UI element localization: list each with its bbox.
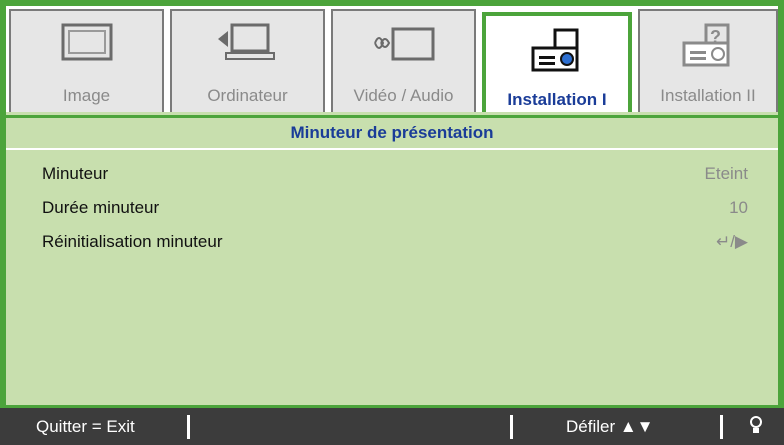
computer-icon: [216, 21, 280, 70]
monitor-icon: [57, 21, 117, 70]
panel-title: Minuteur de présentation: [290, 123, 494, 142]
tab-label: Image: [62, 86, 111, 105]
projector-icon: [525, 26, 589, 81]
tab-strip: Image Ordinateur Vidéo / Audio Installat…: [6, 6, 778, 116]
tab-ordinateur[interactable]: Ordinateur: [170, 9, 325, 114]
projector-help-icon: ?: [676, 21, 740, 76]
setting-value: ↵/▶: [715, 232, 748, 251]
tab-label: Vidéo / Audio: [353, 86, 454, 105]
tab-label: Installation II: [660, 86, 756, 105]
footer-divider: [187, 415, 190, 439]
setting-label: Minuteur: [42, 164, 109, 183]
exit-hint: Quitter = Exit: [36, 417, 135, 436]
tab-image[interactable]: Image: [9, 9, 164, 114]
tab-installation-i[interactable]: Installation I: [482, 12, 632, 116]
bulb-icon: [748, 415, 764, 442]
footer-bar: Quitter = Exit Défiler ▲▼: [0, 405, 784, 445]
scroll-hint: Défiler ▲▼: [566, 417, 654, 436]
setting-row-minuteur[interactable]: Minuteur Eteint: [42, 164, 748, 190]
panel-title-bar: Minuteur de présentation: [6, 118, 778, 150]
setting-value: 10: [729, 198, 748, 217]
setting-row-reinitialisation-minuteur[interactable]: Réinitialisation minuteur ↵/▶: [42, 232, 748, 258]
setting-value: Eteint: [704, 164, 748, 183]
video-audio-icon: [369, 21, 439, 70]
setting-label: Réinitialisation minuteur: [42, 232, 223, 251]
tab-label: Ordinateur: [207, 86, 288, 105]
tab-video-audio[interactable]: Vidéo / Audio: [331, 9, 476, 114]
settings-panel: Minuteur de présentation Minuteur Eteint…: [6, 112, 778, 405]
tab-installation-ii[interactable]: ? Installation II: [638, 9, 778, 114]
setting-row-duree-minuteur[interactable]: Durée minuteur 10: [42, 198, 748, 224]
footer-divider: [510, 415, 513, 439]
footer-divider: [720, 415, 723, 439]
setting-label: Durée minuteur: [42, 198, 160, 217]
tab-label: Installation I: [507, 90, 607, 109]
